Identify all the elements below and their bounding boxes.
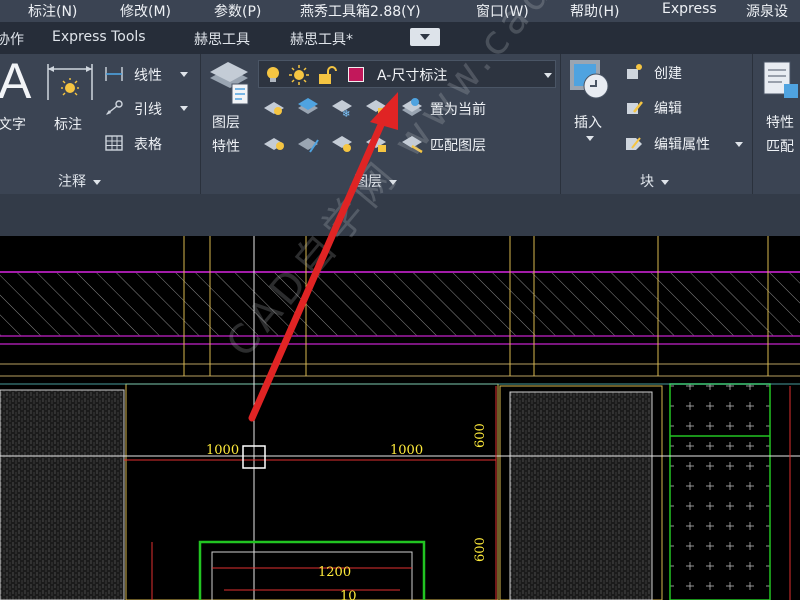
annotation-arrow <box>248 92 398 422</box>
red-arrow-head <box>370 92 398 130</box>
red-arrow-shaft <box>248 114 388 422</box>
